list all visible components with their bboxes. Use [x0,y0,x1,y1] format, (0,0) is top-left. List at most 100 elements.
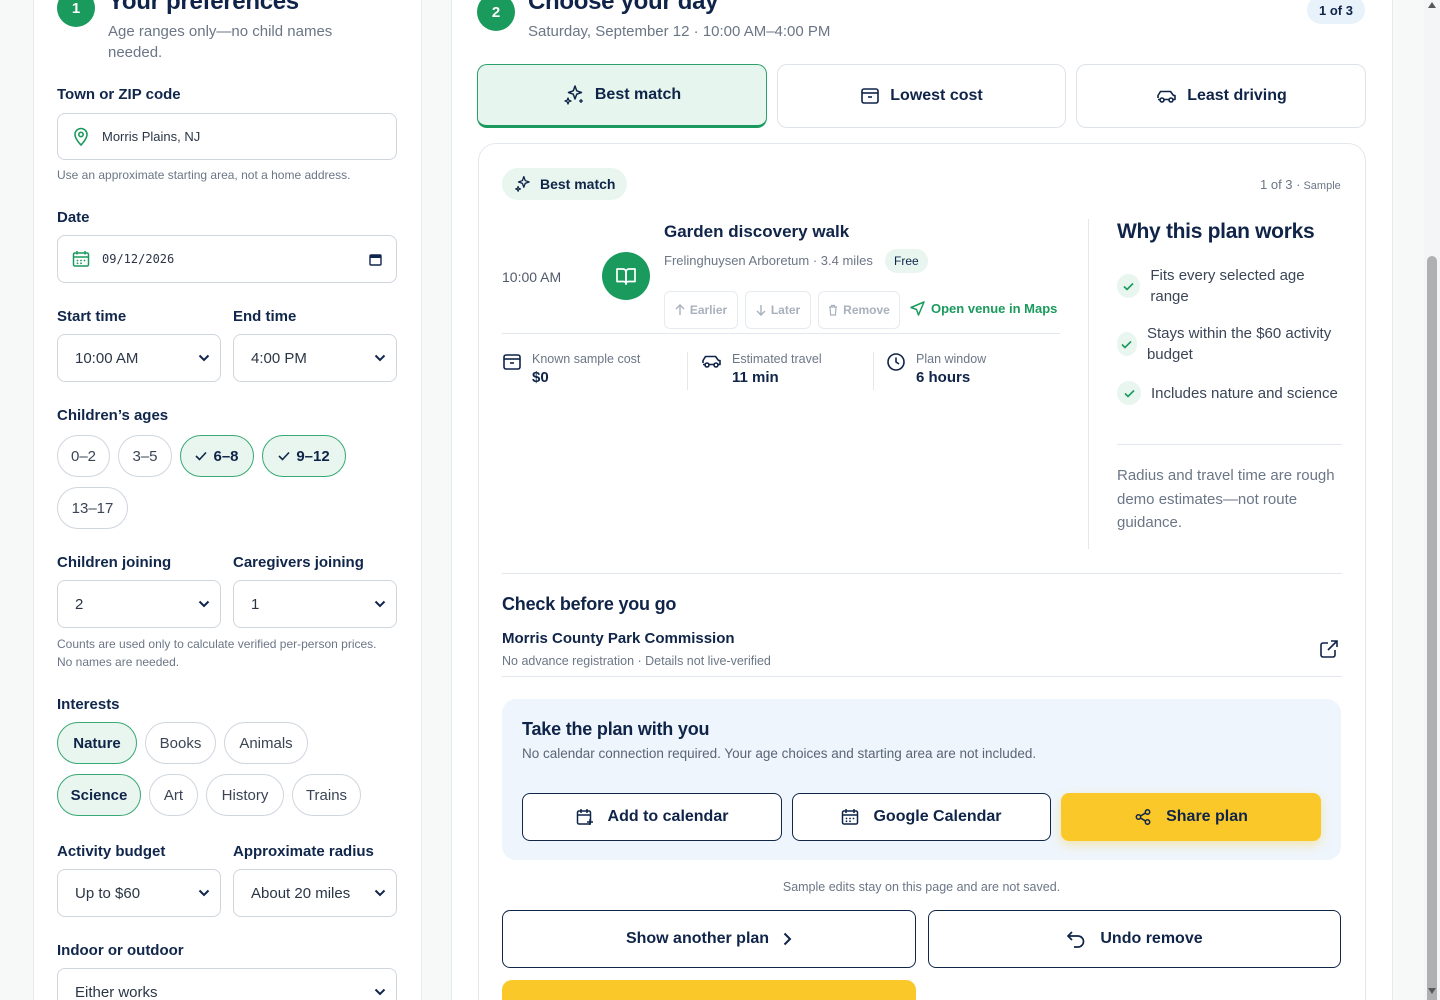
interest-chip-label: Books [159,734,202,752]
why-item-text: Includes nature and science [1151,384,1338,402]
arrow-down-icon [756,304,766,316]
interest-chip[interactable]: Animals [224,722,308,764]
town-input[interactable]: Morris Plains, NJ [57,113,397,160]
interest-chip-label: Trains [305,786,348,804]
chevron-down-icon [374,988,386,996]
interest-chip-selected[interactable]: Nature [57,722,137,764]
tab-lowest-cost[interactable]: Lowest cost [777,64,1066,128]
org-meta: No advance registration · Details not li… [502,654,771,668]
children-value: 2 [75,595,84,613]
earlier-label: Earlier [689,303,728,317]
children-label: Children joining [57,554,172,571]
activity-icon-circle [602,252,650,300]
show-another-plan-button[interactable]: Show another plan [502,910,916,968]
date-label: Date [57,209,90,226]
scroll-down-arrow-icon[interactable] [1428,988,1436,994]
age-chip[interactable]: 13–17 [57,487,128,529]
caregivers-label: Caregivers joining [233,554,364,571]
free-badge-text: Free [894,254,919,268]
interest-chip-selected[interactable]: Science [57,774,141,816]
stat-value: 6 hours [916,369,971,386]
interest-chip[interactable]: Art [149,774,198,816]
show-another-plan-label: Show another plan [625,930,770,947]
why-note: Radius and travel time are rough demo es… [1117,467,1335,531]
undo-remove-button[interactable]: Undo remove [928,910,1341,968]
take-plan-title: Take the plan with you [522,719,710,739]
stat-label: Known sample cost [532,352,641,366]
free-badge: Free [885,249,928,273]
age-chip-label: 9–12 [296,447,330,465]
tab-least-driving[interactable]: Least driving [1076,64,1366,128]
check-title: Check before you go [502,594,677,614]
share-plan-button[interactable]: Share plan [1061,793,1321,841]
chevron-right-icon [783,932,792,946]
age-chip[interactable]: 0–2 [57,435,110,477]
primary-action-button[interactable] [502,980,916,1000]
share-plan-label: Share plan [1166,808,1248,825]
chevron-down-icon [374,889,386,897]
divider [687,352,688,390]
budget-select[interactable]: Up to $60 [57,869,221,917]
clock-icon [886,352,906,386]
remove-label: Remove [843,303,890,317]
date-picker-icon[interactable] [369,253,382,266]
later-button[interactable]: Later [745,291,811,329]
scrollbar-thumb[interactable] [1427,256,1437,1000]
wallet-icon [502,352,522,386]
age-chip-label: 3–5 [132,447,158,465]
radius-label: Approximate radius [233,843,374,860]
end-time-label: End time [233,308,297,325]
preferences-subtitle: Age ranges only—no child names needed. [108,23,333,61]
earlier-button[interactable]: Earlier [664,291,738,329]
age-chip[interactable]: 3–5 [118,435,172,477]
date-input[interactable]: 09/12/2026 [57,235,397,283]
scroll-up-arrow-icon[interactable] [1428,2,1436,8]
caregivers-select[interactable]: 1 [233,580,397,628]
stat-label: Plan window [916,352,987,366]
google-calendar-label: Google Calendar [873,808,1002,825]
interest-chip[interactable]: Books [145,722,216,764]
arrow-up-icon [675,304,685,316]
children-select[interactable]: 2 [57,580,221,628]
divider [1088,219,1089,549]
interest-chip-label: Art [163,786,184,804]
google-calendar-button[interactable]: Google Calendar [792,793,1051,841]
calendar-plus-icon [576,808,594,826]
start-time-select[interactable]: 10:00 AM [57,334,221,382]
start-time-label: Start time [57,308,127,325]
card-count-text: 1 of 3 · [1260,177,1301,192]
interest-chip[interactable]: Trains [292,774,361,816]
radius-value: About 20 miles [251,884,351,902]
chevron-down-icon [374,354,386,362]
ages-label: Children’s ages [57,407,169,424]
chevron-down-icon [198,354,210,362]
trash-icon [828,304,838,316]
chevron-down-icon [374,600,386,608]
tab-best-match[interactable]: Best match [477,64,767,128]
add-to-calendar-label: Add to calendar [607,808,729,825]
check-circle-icon [1117,332,1137,356]
why-item: Fits every selected age range [1117,265,1342,307]
calendar-icon [72,250,90,268]
end-time-select[interactable]: 4:00 PM [233,334,397,382]
external-link-icon[interactable] [1319,639,1339,659]
age-chip-selected[interactable]: 9–12 [262,435,346,477]
stat-travel: Estimated travel 11 min [700,352,822,386]
book-open-icon [615,266,637,286]
remove-button[interactable]: Remove [818,291,900,329]
age-chip-selected[interactable]: 6–8 [180,435,254,477]
age-chip-label: 6–8 [213,447,239,465]
open-maps-link[interactable]: Open venue in Maps [910,301,1057,316]
interest-chip-label: Science [70,786,128,804]
why-item: Stays within the $60 activity budget [1117,323,1342,365]
add-to-calendar-button[interactable]: Add to calendar [522,793,782,841]
activity-meta: Frelinghuysen Arboretum · 3.4 miles [664,253,873,268]
divider [502,676,1342,677]
budget-label: Activity budget [57,843,166,860]
indoor-select[interactable]: Either works [57,968,397,1000]
why-item-text: Stays within the $60 activity budget [1146,325,1332,363]
undo-icon [1066,930,1086,948]
interest-chip[interactable]: History [206,774,284,816]
radius-select[interactable]: About 20 miles [233,869,397,917]
tab-label: Least driving [1187,87,1287,104]
